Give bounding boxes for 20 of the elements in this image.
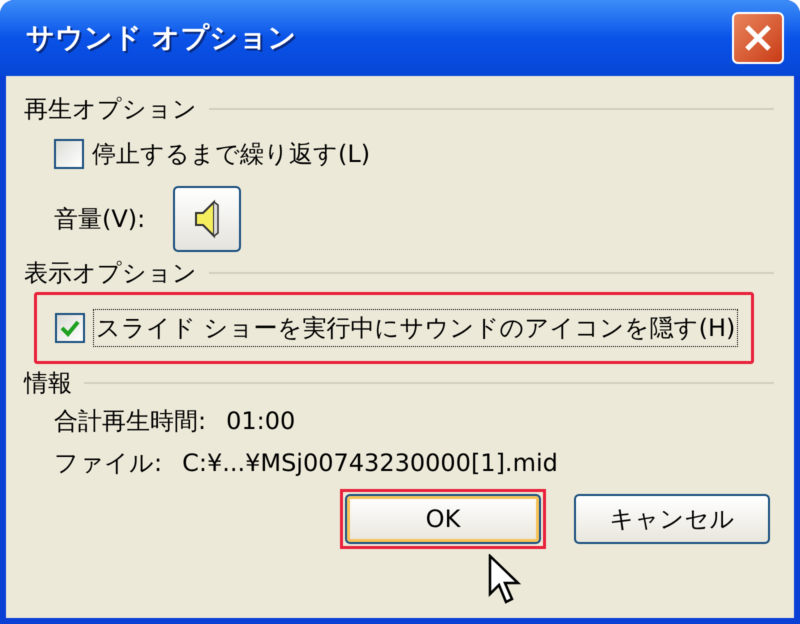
checkbox[interactable] [54, 139, 84, 169]
volume-button[interactable] [173, 186, 242, 252]
info-value: C:¥...¥MSj00743230000[1].mid [182, 448, 558, 479]
section-heading: 再生オプション [24, 94, 197, 125]
dialog-button[interactable]: OK [345, 494, 541, 544]
close-button[interactable] [732, 12, 784, 64]
info-value: 01:00 [226, 406, 296, 437]
info-label: ファイル: [54, 448, 162, 479]
speaker-icon [194, 199, 220, 239]
close-icon [743, 23, 773, 53]
checkbox[interactable] [55, 313, 85, 343]
volume-label: 音量(V): [54, 204, 146, 235]
section-heading: 表示オプション [24, 258, 197, 289]
checkbox-label: 停止するまで繰り返す(L) [92, 139, 370, 170]
checkbox-label: スライド ショーを実行中にサウンドのアイコンを隠す(H) [93, 309, 738, 347]
window-title: サウンド オプション [25, 20, 297, 56]
info-label: 合計再生時間: [54, 406, 206, 437]
checkmark-icon [60, 319, 80, 337]
dialog-button[interactable]: キャンセル [574, 494, 770, 544]
section-heading: 情報 [24, 368, 72, 399]
